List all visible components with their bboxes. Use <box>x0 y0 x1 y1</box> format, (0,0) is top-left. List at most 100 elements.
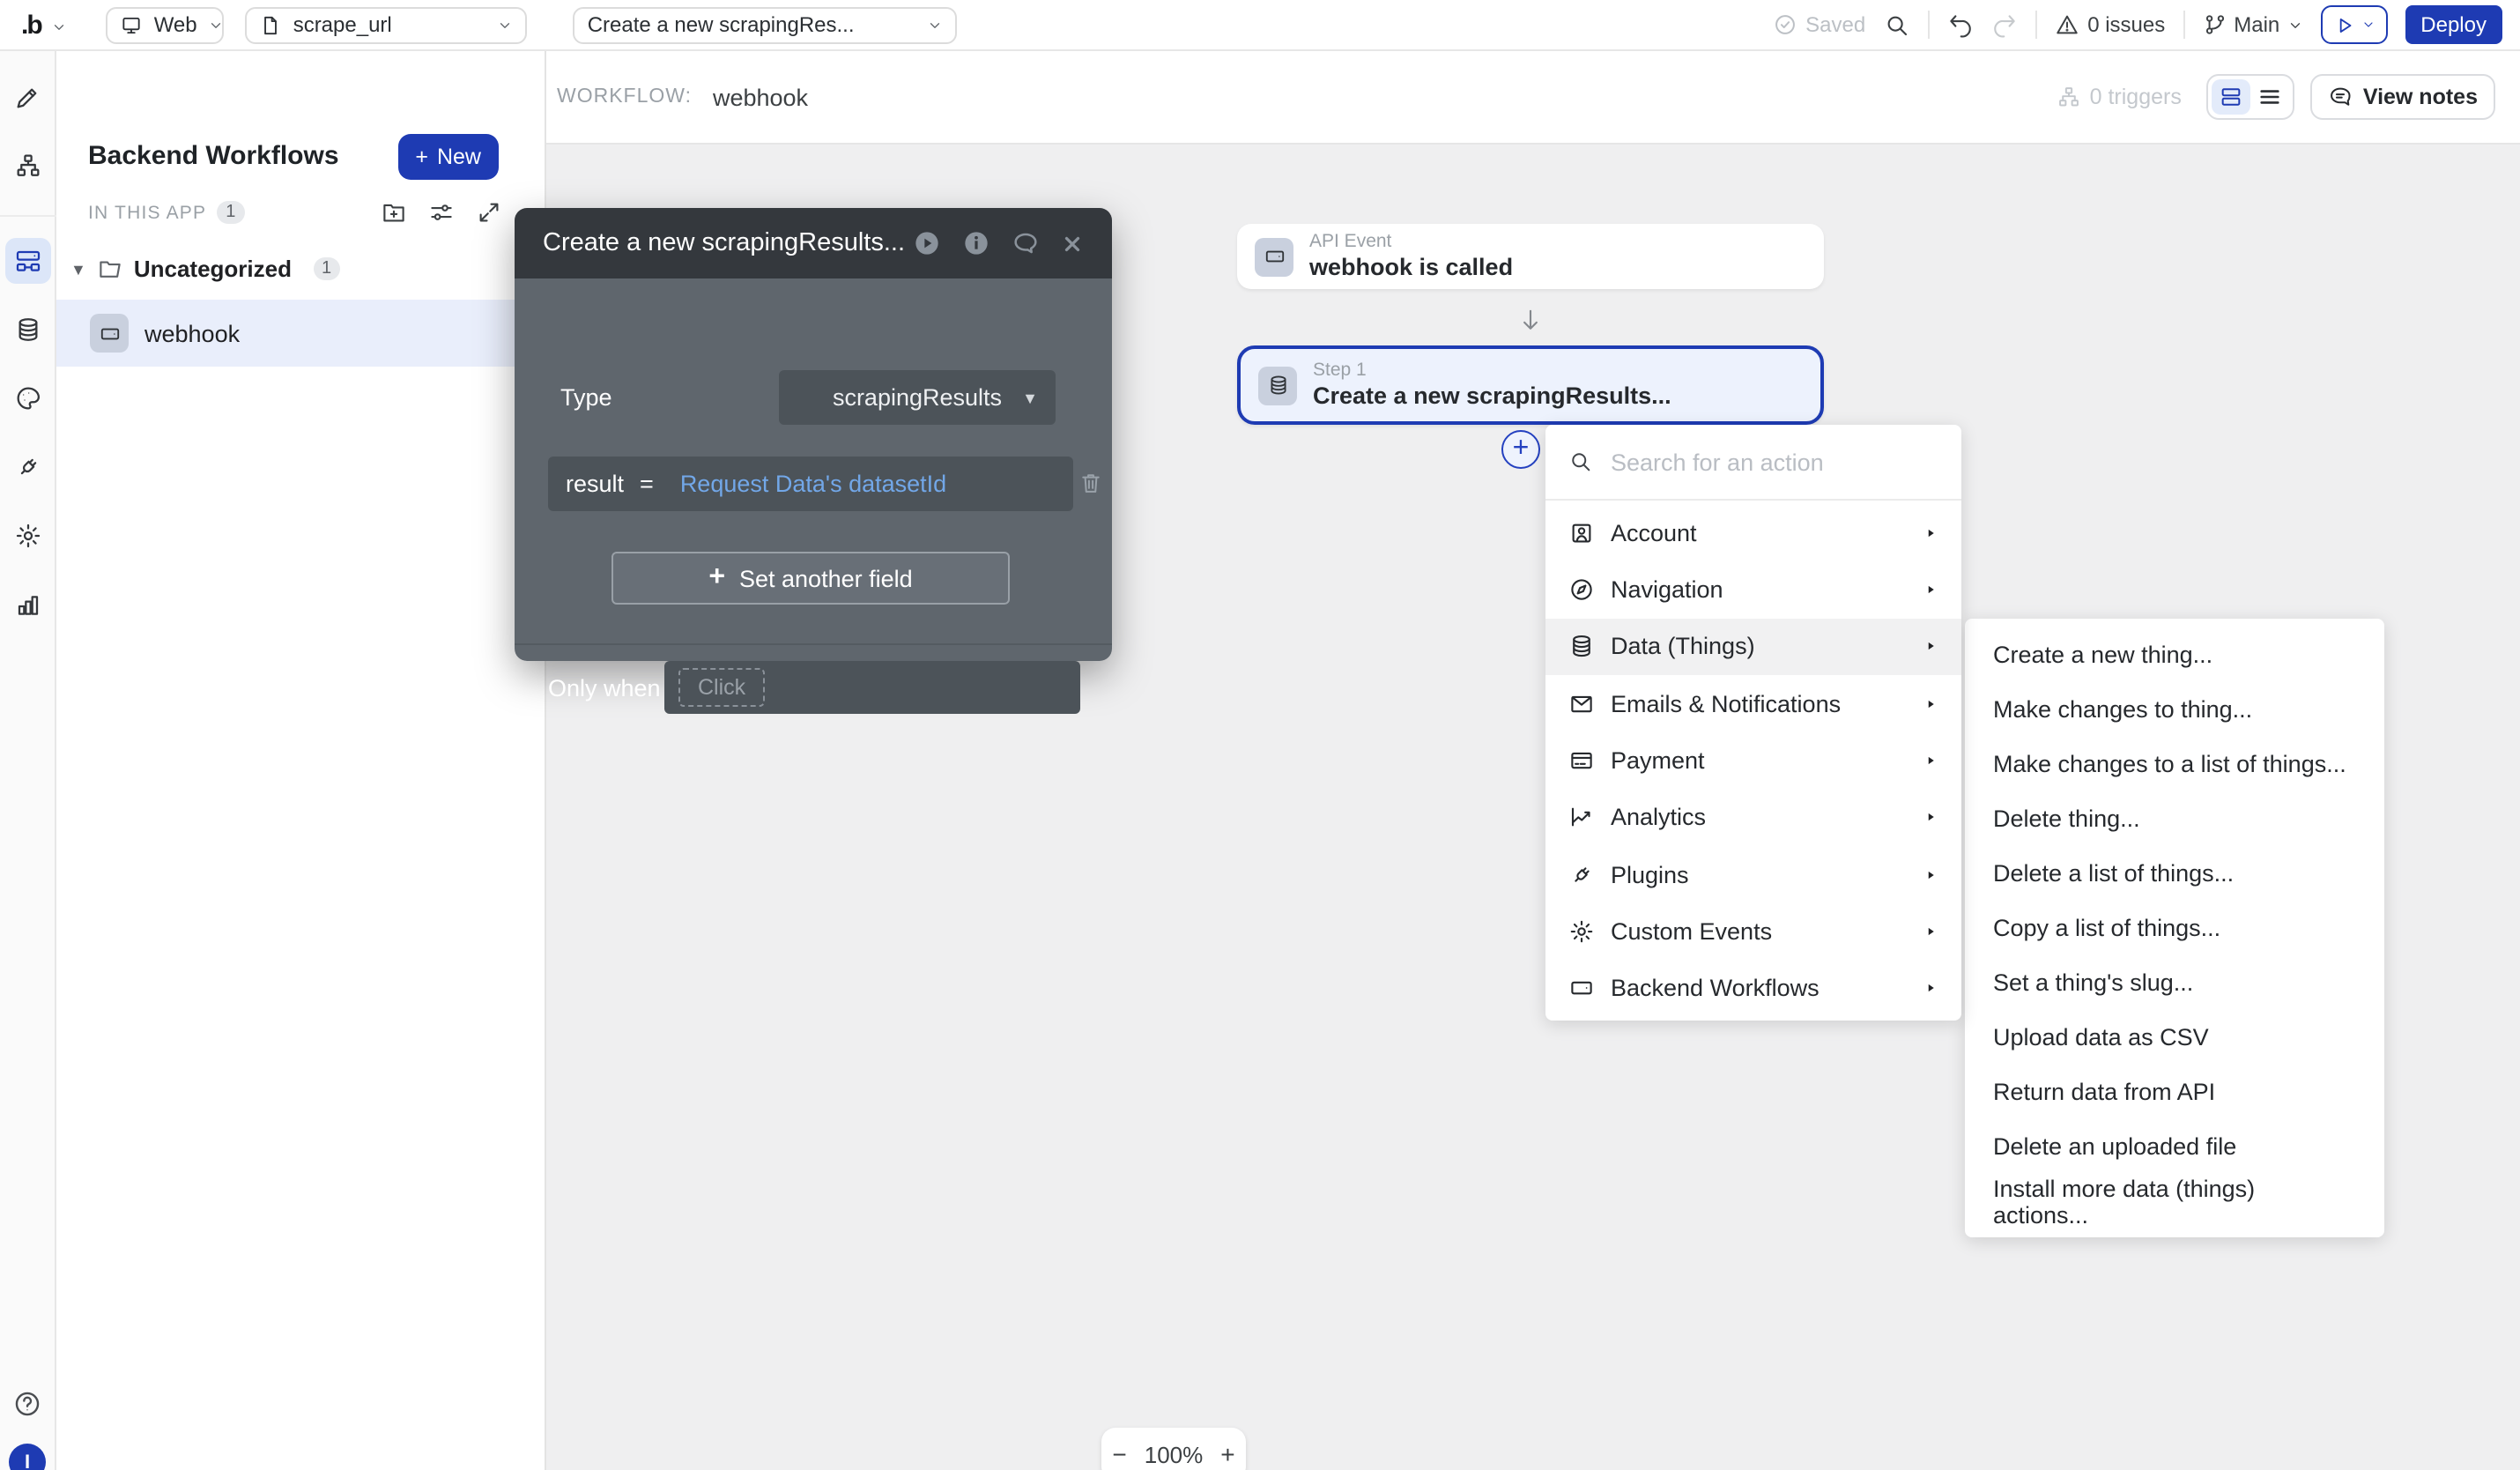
mode-dropdown[interactable]: Web <box>107 6 225 43</box>
preview-button[interactable] <box>2320 5 2387 44</box>
action-category-plugins[interactable]: Plugins <box>1545 846 1961 903</box>
view-notes-button[interactable]: View notes <box>2310 74 2495 120</box>
run-play-icon[interactable] <box>913 229 941 257</box>
action-search-input[interactable] <box>1607 447 1914 477</box>
folder-row-uncategorized[interactable]: ▼ Uncategorized 1 <box>70 256 340 282</box>
section-count-badge: 1 <box>217 201 244 224</box>
submenu-delete-an-uploaded-file[interactable]: Delete an uploaded file <box>1965 1119 2384 1174</box>
submenu-action-label: Install more data (things) actions... <box>1993 1175 2356 1228</box>
caret-down-icon[interactable]: ▼ <box>70 260 86 278</box>
rail-item-data[interactable] <box>4 307 50 353</box>
sitemap-icon <box>2057 85 2081 109</box>
only-when-input[interactable]: Click <box>664 661 1080 714</box>
submenu-upload-data-as-csv[interactable]: Upload data as CSV <box>1965 1010 2384 1065</box>
filter-sliders-icon[interactable] <box>428 199 455 226</box>
workflow-list-item-webhook[interactable]: webhook <box>56 300 546 367</box>
cards-icon <box>2219 85 2243 109</box>
action-category-data-things[interactable]: Data (Things) <box>1545 618 1961 675</box>
caret-right-icon <box>1923 753 1938 768</box>
add-folder-icon[interactable] <box>381 199 407 226</box>
rail-item-pages[interactable] <box>4 143 50 189</box>
submenu-action-label: Delete a list of things... <box>1993 860 2234 887</box>
undo-icon[interactable] <box>1946 11 1973 38</box>
logo-chevron-down-icon[interactable] <box>52 19 68 34</box>
caret-right-icon <box>1923 639 1938 655</box>
rail-item-styles[interactable] <box>4 375 50 421</box>
help-icon <box>12 1389 42 1419</box>
data-action-icon <box>1258 366 1297 405</box>
bubble-logo[interactable]: .b <box>21 10 41 40</box>
submenu-delete-thing[interactable]: Delete thing... <box>1965 791 2384 846</box>
set-another-field-button[interactable]: + Set another field <box>611 552 1010 605</box>
chevron-down-icon <box>2287 17 2302 33</box>
rail-item-plugins[interactable] <box>4 444 50 490</box>
deploy-button[interactable]: Deploy <box>2405 5 2502 44</box>
action-category-analytics[interactable]: Analytics <box>1545 789 1961 846</box>
submenu-action-label: Make changes to thing... <box>1993 696 2252 723</box>
event-card-api-event[interactable]: API Event webhook is called <box>1237 224 1824 289</box>
zoom-out-button[interactable]: − <box>1112 1440 1126 1468</box>
category-icon <box>1568 690 1595 716</box>
field-assignment-row[interactable]: result = Request Data's datasetId <box>548 457 1073 511</box>
dialog-header[interactable]: Create a new scrapingResults... <box>515 208 1112 278</box>
action-search-menu: Account Navigation Data (Things) Emails … <box>1545 425 1961 1021</box>
zoom-in-button[interactable]: + <box>1220 1440 1234 1468</box>
submenu-make-changes-to-a-list-of-things[interactable]: Make changes to a list of things... <box>1965 737 2384 791</box>
category-icon <box>1568 918 1595 945</box>
chevron-down-icon <box>498 17 514 33</box>
rail-item-backend-workflows[interactable] <box>4 238 50 284</box>
action-category-custom-events[interactable]: Custom Events <box>1545 903 1961 961</box>
page-dropdown[interactable]: scrape_url <box>246 6 528 43</box>
submenu-create-a-new-thing[interactable]: Create a new thing... <box>1965 627 2384 682</box>
type-dropdown[interactable]: scrapingResults ▼ <box>779 370 1056 425</box>
list-view-toggle[interactable] <box>2250 79 2289 115</box>
card-view-toggle[interactable] <box>2212 79 2250 115</box>
element-dropdown-label: Create a new scrapingRes... <box>588 12 855 37</box>
workflow-icon <box>13 247 41 275</box>
divider <box>1927 11 1929 39</box>
chat-widget-button[interactable]: I <box>9 1444 46 1470</box>
action-category-navigation[interactable]: Navigation <box>1545 561 1961 619</box>
nav-rail: I <box>0 51 56 1470</box>
submenu-delete-a-list-of-things[interactable]: Delete a list of things... <box>1965 846 2384 901</box>
zoom-level: 100% <box>1145 1441 1204 1467</box>
close-icon[interactable] <box>1061 232 1084 255</box>
api-event-icon <box>1255 237 1293 276</box>
step-card-1-selected[interactable]: Step 1 Create a new scrapingResults... <box>1237 345 1824 425</box>
redo-icon[interactable] <box>1990 11 2017 38</box>
branch-selector[interactable]: Main <box>2202 12 2302 37</box>
rail-item-settings[interactable] <box>4 513 50 559</box>
submenu-copy-a-list-of-things[interactable]: Copy a list of things... <box>1965 901 2384 955</box>
flow-arrow-down-icon <box>1517 298 1544 344</box>
submenu-action-label: Upload data as CSV <box>1993 1024 2209 1051</box>
trash-icon[interactable] <box>1078 471 1103 495</box>
action-category-account[interactable]: Account <box>1545 504 1961 561</box>
caret-right-icon <box>1923 866 1938 882</box>
element-dropdown[interactable]: Create a new scrapingRes... <box>574 6 958 43</box>
search-icon[interactable] <box>1883 11 1909 38</box>
only-when-placeholder[interactable]: Click <box>678 668 765 707</box>
rail-item-design[interactable] <box>4 74 50 120</box>
issues-indicator[interactable]: 0 issues <box>2054 12 2165 37</box>
new-workflow-button[interactable]: + New <box>397 134 499 180</box>
submenu-make-changes-to-thing[interactable]: Make changes to thing... <box>1965 682 2384 737</box>
comment-icon[interactable] <box>1012 229 1040 257</box>
action-category-backend-workflows[interactable]: Backend Workflows <box>1545 960 1961 1017</box>
submenu-return-data-from-api[interactable]: Return data from API <box>1965 1065 2384 1119</box>
expand-icon[interactable] <box>476 199 502 226</box>
add-step-button[interactable]: + <box>1501 430 1540 469</box>
category-label: Backend Workflows <box>1611 976 1820 1002</box>
help-button[interactable] <box>12 1389 42 1419</box>
submenu-install-more-data-things-actions[interactable]: Install more data (things) actions... <box>1965 1174 2384 1229</box>
workflow-name: webhook <box>145 320 240 346</box>
rail-item-logs[interactable] <box>4 582 50 627</box>
submenu-set-a-thing-s-slug[interactable]: Set a thing's slug... <box>1965 955 2384 1010</box>
action-category-payment[interactable]: Payment <box>1545 732 1961 790</box>
divider <box>2183 11 2184 39</box>
divider <box>515 643 1112 645</box>
view-toggle <box>2206 74 2294 120</box>
divider <box>0 215 56 217</box>
field-value-expression[interactable]: Request Data's datasetId <box>680 471 946 497</box>
action-category-emails-notifications[interactable]: Emails & Notifications <box>1545 675 1961 732</box>
info-icon[interactable] <box>962 229 990 257</box>
